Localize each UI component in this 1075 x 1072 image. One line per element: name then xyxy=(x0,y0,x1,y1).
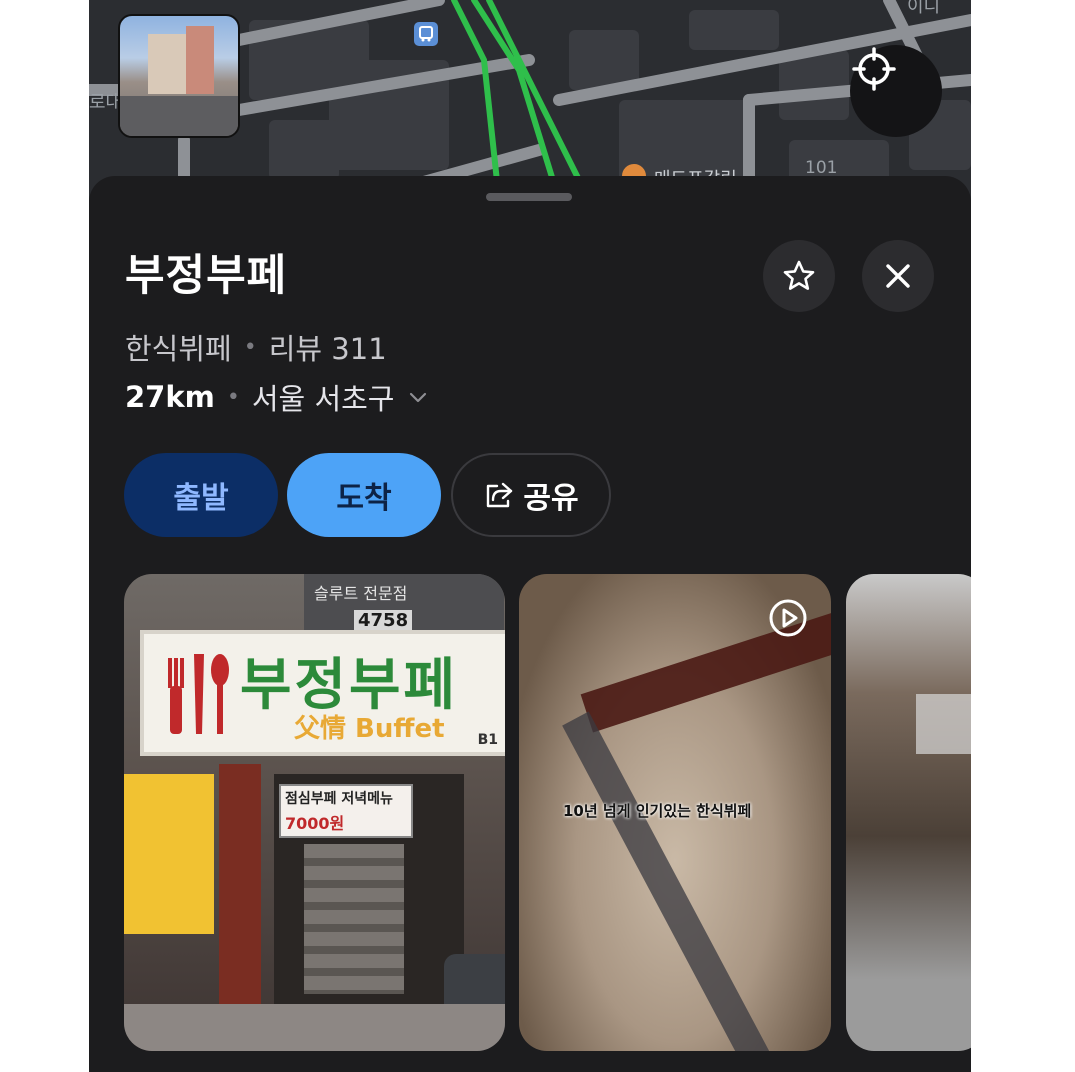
locate-icon xyxy=(852,47,896,91)
restaurant-sign: 부정부페 父情 Buffet B1 xyxy=(140,630,505,756)
place-distance: 27km xyxy=(125,380,215,414)
place-location-line[interactable]: 27km • 서울 서초구 xyxy=(125,376,430,418)
place-detail-sheet: 부정부페 한식뷔페 • 리뷰 311 27km • 서울 서초구 출발 도착 공… xyxy=(89,176,971,1072)
fork-knife-spoon-icon xyxy=(168,654,229,734)
star-icon xyxy=(783,260,815,290)
review-count-link[interactable]: 리뷰 311 xyxy=(269,326,387,368)
favorite-button[interactable] xyxy=(763,240,835,312)
lunch-sign-line1: 점심부페 저녁메뉴 xyxy=(285,791,393,807)
photo-detail-line xyxy=(562,711,786,1051)
place-region: 서울 서초구 xyxy=(251,382,395,416)
brick-pillar xyxy=(219,764,261,1024)
map-view[interactable]: 로대 매드포갈릭 101 이디 xyxy=(89,0,971,200)
video-play-icon xyxy=(769,599,807,637)
separator-dot: • xyxy=(243,334,257,360)
place-category: 한식뷔페 xyxy=(125,332,232,366)
upper-sign-text: 슬루트 전문점 xyxy=(314,584,408,603)
place-video-thumbnail[interactable]: 10년 넘게 인기있는 한식뷔페 xyxy=(519,574,831,1051)
place-title: 부정부페 xyxy=(125,251,288,301)
place-photo-storefront[interactable]: 슬루트 전문점 4758 부정부페 父情 Buffet B1 점심부페 저녁메뉴 xyxy=(124,574,505,1051)
close-icon xyxy=(886,264,910,288)
place-meta-line: 한식뷔페 • 리뷰 311 xyxy=(125,326,387,368)
share-button[interactable]: 공유 xyxy=(451,453,611,537)
sidewalk xyxy=(124,1004,505,1051)
lunch-price-sign: 점심부페 저녁메뉴 7000원 xyxy=(279,784,413,838)
share-label: 공유 xyxy=(523,481,579,516)
chevron-down-icon xyxy=(410,392,427,403)
share-icon xyxy=(487,482,513,508)
bus-stop-icon[interactable] xyxy=(414,22,438,46)
sign-floor: B1 xyxy=(477,732,498,748)
locate-button[interactable] xyxy=(850,45,942,137)
lunch-sign-price: 7000원 xyxy=(285,814,345,833)
sign-buffet-text: 父情 Buffet xyxy=(294,714,445,744)
upper-building: 슬루트 전문점 4758 xyxy=(304,574,504,634)
building-number-plate: 4758 xyxy=(354,610,413,631)
depart-button[interactable]: 출발 xyxy=(124,453,278,537)
map-building-number: 101 xyxy=(805,158,838,178)
street-view-thumbnail[interactable] xyxy=(118,14,240,138)
arrive-button[interactable]: 도착 xyxy=(287,453,441,537)
interior-display-case xyxy=(916,694,971,754)
place-photo-interior[interactable] xyxy=(846,574,971,1051)
sheet-drag-handle[interactable] xyxy=(486,193,572,201)
phone-screen: 로대 매드포갈릭 101 이디 부정부페 xyxy=(89,0,971,1072)
video-caption: 10년 넘게 인기있는 한식뷔페 xyxy=(563,802,752,820)
map-label-top-right: 이디 xyxy=(907,0,941,17)
separator-dot: • xyxy=(226,384,240,410)
close-button[interactable] xyxy=(862,240,934,312)
yellow-poster xyxy=(124,774,214,934)
